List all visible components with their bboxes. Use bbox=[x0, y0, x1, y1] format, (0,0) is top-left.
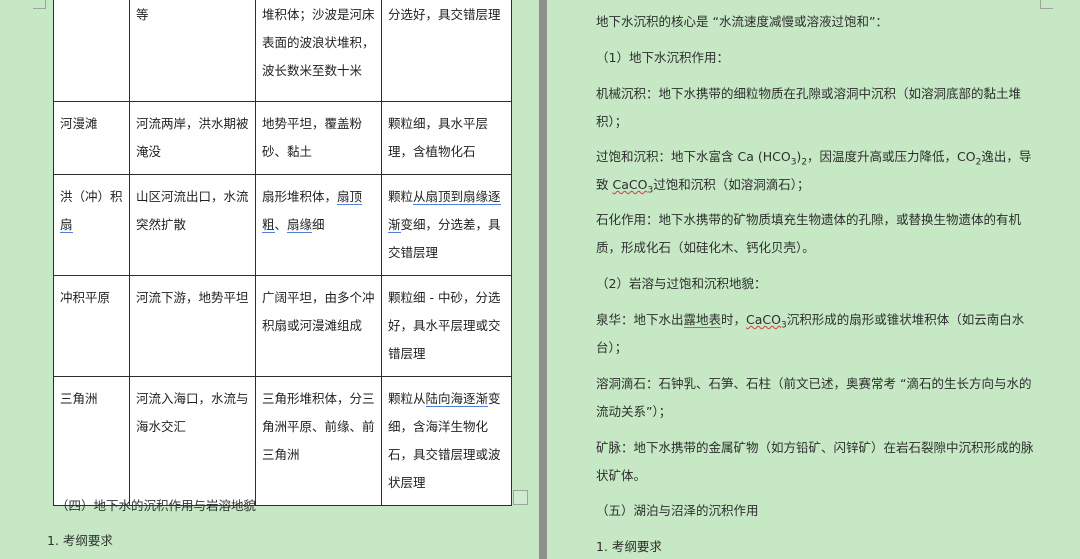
text-run: 过饱和沉积：地下水富含 Ca (HCO bbox=[596, 149, 791, 164]
right-page: 地下水沉积的核心是 “水流速度减慢或溶液过饱和”： （1）地下水沉积作用： 机械… bbox=[547, 0, 1080, 559]
list-item: 1. 考纲要求 bbox=[596, 539, 662, 554]
table-cell: 三角形堆积体，分三角洲平原、前缘、前三角洲 bbox=[255, 376, 382, 506]
margin-corner-mark bbox=[1040, 0, 1053, 9]
cell-text-underlined: 从扇顶到扇缘逐 bbox=[413, 189, 501, 205]
cell-text-underlined: 扇 bbox=[60, 217, 73, 233]
left-page: 等 堆积体；沙波是河床表面的波浪状堆积，波长数米至数十米 分选好，具交错层理 河… bbox=[0, 0, 539, 559]
text-run-underlined: 露地表 bbox=[683, 312, 722, 328]
table-cell: 河流下游，地势平坦 bbox=[129, 275, 256, 377]
table-cell: 河流两岸，洪水期被淹没 bbox=[129, 101, 256, 175]
cell-text-underlined: 扇缘 bbox=[287, 217, 313, 233]
table-cell: 洪（冲）积扇 bbox=[53, 174, 130, 276]
text-run: 泉华：地下水出 bbox=[596, 312, 684, 327]
cell-text-underlined: 粗 bbox=[262, 217, 275, 233]
table-cell: 地势平坦，覆盖粉砂、黏土 bbox=[255, 101, 382, 175]
cell-text-underlined: 扇顶 bbox=[337, 189, 363, 205]
cell-text: 、 bbox=[274, 217, 288, 232]
text-run: CaCO bbox=[746, 312, 782, 327]
table-cell: 等 bbox=[129, 0, 256, 102]
table-cell: 广阔平坦，由多个冲积扇或河漫滩组成 bbox=[255, 275, 382, 377]
table-resize-handle[interactable] bbox=[513, 490, 528, 505]
cell-text: 细 bbox=[312, 217, 325, 232]
table-cell: 颗粒细 - 中砂，分选好，具水平层理或交错层理 bbox=[381, 275, 512, 377]
cell-text: 变细，分选差，具交错层理 bbox=[388, 217, 501, 260]
table-cell: 冲积平原 bbox=[53, 275, 130, 377]
cell-text-underlined: 渐 bbox=[388, 217, 401, 233]
table-cell: 扇形堆积体，扇顶粗、扇缘细 bbox=[255, 174, 382, 276]
cell-text: 颗粒 bbox=[388, 189, 414, 204]
cell-text: 洪（冲）积 bbox=[60, 189, 123, 204]
table-row: 三角洲 河流入海口，水流与海水交汇 三角形堆积体，分三角洲平原、前缘、前三角洲 … bbox=[53, 376, 512, 506]
table-cell: 颗粒从扇顶到扇缘逐渐变细，分选差，具交错层理 bbox=[381, 174, 512, 276]
cell-text: 颗粒从 bbox=[388, 391, 426, 406]
text-run: ，因温度升高或压力降低，CO bbox=[807, 149, 976, 164]
section-heading: （四）地下水的沉积作用与岩溶地貌 bbox=[56, 498, 257, 513]
list-item: 1. 考纲要求 bbox=[47, 533, 113, 548]
cell-text: 扇形堆积体， bbox=[262, 189, 338, 204]
table-cell: 堆积体；沙波是河床表面的波浪状堆积，波长数米至数十米 bbox=[255, 0, 382, 102]
text-run: CaCO bbox=[612, 177, 648, 192]
section-heading: （五）湖泊与沼泽的沉积作用 bbox=[596, 503, 759, 518]
table-cell: 颗粒从陆向海逐渐变细，含海洋生物化石，具交错层理或波状层理 bbox=[381, 376, 512, 506]
text-run: 时， bbox=[721, 312, 747, 327]
paragraph: 过饱和沉积：地下水富含 Ca (HCO3)2，因温度升高或压力降低，CO2逸出，… bbox=[596, 143, 1036, 199]
table-cell: 三角洲 bbox=[53, 376, 130, 506]
paragraph: 机械沉积：地下水携带的细粒物质在孔隙或溶洞中沉积（如溶洞底部的黏土堆积）； bbox=[596, 86, 1022, 129]
table-row: 等 堆积体；沙波是河床表面的波浪状堆积，波长数米至数十米 分选好，具交错层理 bbox=[53, 0, 512, 102]
paragraph: 地下水沉积的核心是 “水流速度减慢或溶液过饱和”： bbox=[596, 14, 888, 29]
paragraph: 石化作用：地下水携带的矿物质填充生物遗体的孔隙，或替换生物遗体的有机质，形成化石… bbox=[596, 212, 1022, 255]
cell-text-underlined: 陆向海逐渐 bbox=[425, 391, 489, 407]
table-cell: 河流入海口，水流与海水交汇 bbox=[129, 376, 256, 506]
subsection-heading: （1）地下水沉积作用： bbox=[596, 50, 729, 65]
subsection-heading: （2）岩溶与过饱和沉积地貌： bbox=[596, 276, 767, 291]
paragraph: 矿脉：地下水携带的金属矿物（如方铅矿、闪锌矿）在岩石裂隙中沉积形成的脉状矿体。 bbox=[596, 440, 1034, 483]
table-row: 河漫滩 河流两岸，洪水期被淹没 地势平坦，覆盖粉砂、黏土 颗粒细，具水平层理，含… bbox=[53, 101, 512, 175]
margin-corner-mark bbox=[33, 0, 46, 9]
table-cell: 河漫滩 bbox=[53, 101, 130, 175]
table-cell: 山区河流出口，水流突然扩散 bbox=[129, 174, 256, 276]
sedimentary-landform-table: 等 堆积体；沙波是河床表面的波浪状堆积，波长数米至数十米 分选好，具交错层理 河… bbox=[53, 0, 512, 506]
paragraph: 泉华：地下水出露地表时，CaCO3沉积形成的扇形或锥状堆积体（如云南白水台）； bbox=[596, 306, 1036, 362]
table-row: 冲积平原 河流下游，地势平坦 广阔平坦，由多个冲积扇或河漫滩组成 颗粒细 - 中… bbox=[53, 275, 512, 377]
table-row: 洪（冲）积扇 山区河流出口，水流突然扩散 扇形堆积体，扇顶粗、扇缘细 颗粒从扇顶… bbox=[53, 174, 512, 276]
spellcheck-text: CaCO3 bbox=[612, 177, 653, 195]
paragraph: 溶洞滴石：石钟乳、石笋、石柱（前文已述，奥赛常考 “滴石的生长方向与水的流动关系… bbox=[596, 376, 1032, 419]
text-run: 过饱和沉积（如溶洞滴石）； bbox=[653, 177, 810, 192]
spellcheck-text: CaCO3 bbox=[746, 312, 787, 330]
table-cell: 分选好，具交错层理 bbox=[381, 0, 512, 102]
table-cell: 颗粒细，具水平层理，含植物化石 bbox=[381, 101, 512, 175]
table-cell bbox=[53, 0, 130, 102]
